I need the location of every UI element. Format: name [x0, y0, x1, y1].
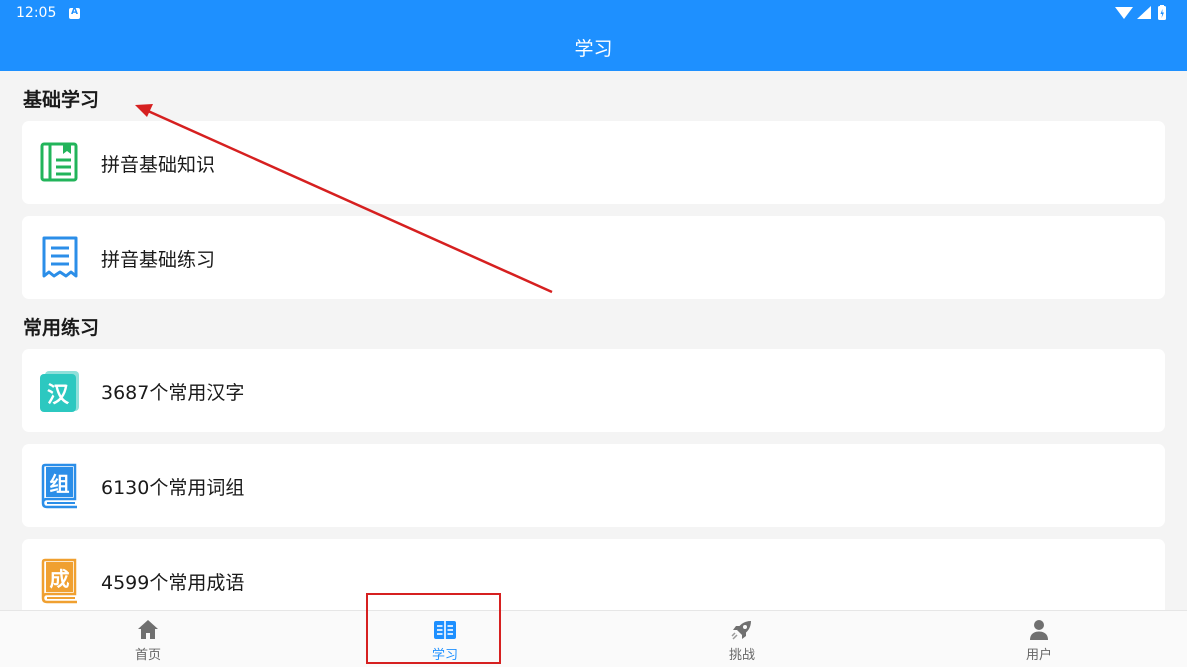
- notification-icon: A: [69, 7, 80, 19]
- list-item-pinyin-practice[interactable]: 拼音基础练习: [22, 216, 1165, 299]
- list-item-label: 6130个常用词组: [101, 477, 245, 499]
- nav-label: 挑战: [728, 648, 755, 663]
- chengyu-glyph: 成: [50, 567, 70, 591]
- nav-label: 用户: [1025, 648, 1052, 663]
- list-item-label: 3687个常用汉字: [101, 382, 245, 404]
- app-bar: 学习: [0, 27, 1187, 71]
- nav-item-challenge[interactable]: 挑战: [682, 611, 802, 667]
- user-icon: [1030, 620, 1048, 640]
- bottom-nav: 首页 学习 挑战 用户: [0, 610, 1187, 667]
- app-screen: 12:05 A 学习 基础学习 拼音基础知识 拼音基础练习 常用练习 汉 368…: [0, 0, 1187, 667]
- list-item-label: 4599个常用成语: [101, 572, 245, 594]
- section-title-common: 常用练习: [23, 317, 100, 339]
- list-item-label: 拼音基础练习: [101, 249, 216, 271]
- home-icon: [138, 620, 158, 639]
- page-title: 学习: [574, 38, 613, 60]
- notification-badge: A: [71, 7, 78, 17]
- wifi-icon: [1115, 7, 1133, 19]
- highlight-box: [366, 593, 501, 664]
- status-indicators: [1115, 5, 1166, 20]
- list-item-common-hanzi[interactable]: 汉 3687个常用汉字: [22, 349, 1165, 432]
- chengyu-book-icon: 成: [41, 558, 77, 604]
- list-item-common-cizu[interactable]: 组 6130个常用词组: [22, 444, 1165, 527]
- cizu-book-icon: 组: [41, 463, 77, 509]
- hanzi-icon: 汉: [40, 371, 79, 412]
- signal-icon: [1137, 6, 1151, 19]
- cizu-glyph: 组: [50, 472, 70, 496]
- status-bar: 12:05 A: [0, 0, 1187, 27]
- status-time: 12:05: [16, 5, 57, 21]
- section-title-basic: 基础学习: [23, 89, 100, 111]
- rocket-icon: [731, 621, 751, 640]
- hanzi-glyph: 汉: [47, 383, 70, 408]
- list-item-label: 拼音基础知识: [101, 154, 216, 176]
- nav-item-user[interactable]: 用户: [979, 611, 1099, 667]
- nav-item-home[interactable]: 首页: [88, 611, 208, 667]
- book-list-icon: [40, 142, 78, 182]
- list-item-pinyin-knowledge[interactable]: 拼音基础知识: [22, 121, 1165, 204]
- receipt-list-icon: [42, 236, 78, 278]
- nav-label: 首页: [134, 648, 161, 663]
